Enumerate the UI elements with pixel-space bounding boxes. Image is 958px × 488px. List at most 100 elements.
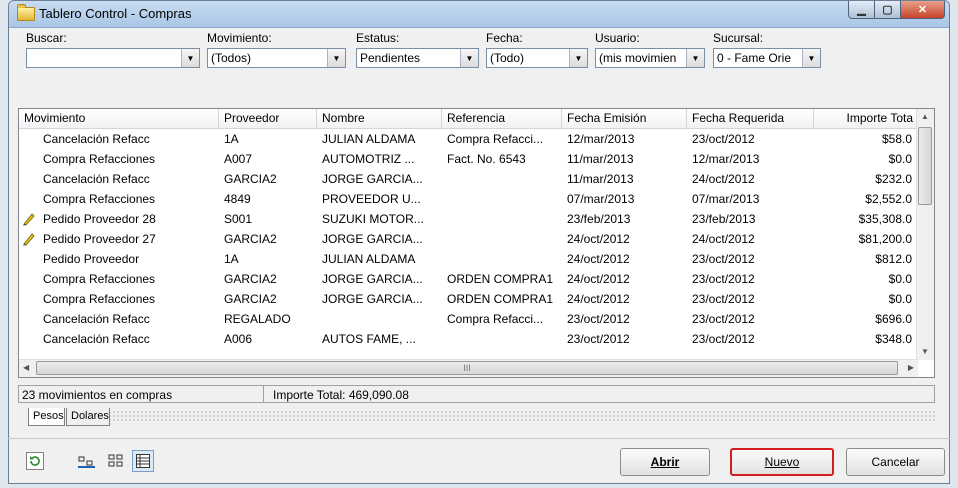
table-cell: GARCIA2: [224, 292, 277, 306]
table-cell: [442, 209, 562, 229]
table-row[interactable]: Cancelación Refacc REGALADO Compra Refacci…: [19, 309, 918, 329]
scroll-thumb[interactable]: [918, 127, 932, 205]
table-row[interactable]: Compra Refacciones 4849 PROVEEDOR U... 07/m…: [19, 189, 918, 209]
table-row[interactable]: Cancelación Refacc A006 AUTOS FAME, ... 23/…: [19, 329, 918, 349]
table-row[interactable]: Pedido Proveedor 1A JULIAN ALDAMA 24/oct/20…: [19, 249, 918, 269]
movement-select[interactable]: (Todos) ▼: [207, 48, 346, 68]
search-combo[interactable]: ▼: [26, 48, 200, 68]
list-view-icon[interactable]: [107, 452, 125, 470]
chevron-down-icon[interactable]: ▼: [802, 49, 820, 67]
table-cell: 1A: [224, 132, 239, 146]
refresh-icon[interactable]: [26, 452, 44, 470]
table-cell: 23/oct/2012: [692, 312, 755, 326]
table-cell: 23/feb/2013: [567, 212, 631, 226]
maximize-button[interactable]: ▢: [875, 1, 901, 19]
table-row[interactable]: Pedido Proveedor 27 GARCIA2 JORGE GARCIA..…: [19, 229, 918, 249]
horizontal-scrollbar[interactable]: ◀ III ▶: [19, 359, 918, 377]
status-select[interactable]: Pendientes ▼: [356, 48, 479, 68]
chevron-down-icon[interactable]: ▼: [686, 49, 704, 67]
chevron-down-icon[interactable]: ▼: [181, 49, 199, 67]
table-cell: Compra Refacciones: [43, 192, 156, 206]
open-button-label: Abrir: [650, 455, 680, 469]
column-header[interactable]: Referencia: [442, 109, 562, 128]
column-header[interactable]: Fecha Emisión: [562, 109, 687, 128]
branch-select[interactable]: 0 - Fame Orie ▼: [713, 48, 821, 68]
user-select[interactable]: (mis movimien ▼: [595, 48, 705, 68]
table-cell: Cancelación Refacc: [43, 172, 150, 186]
chevron-down-icon[interactable]: ▼: [569, 49, 587, 67]
date-select[interactable]: (Todo) ▼: [486, 48, 588, 68]
table-cell: Compra Refacciones: [43, 152, 156, 166]
table-cell: Cancelación Refacc: [43, 332, 150, 346]
chevron-down-icon[interactable]: ▼: [327, 49, 345, 67]
chevron-down-icon[interactable]: ▼: [460, 49, 478, 67]
table-cell: 1A: [224, 252, 239, 266]
open-button[interactable]: Abrir: [620, 448, 710, 476]
table-cell: [442, 189, 562, 209]
table-cell: GARCIA2: [224, 172, 277, 186]
table-cell: GARCIA2: [224, 272, 277, 286]
scroll-left-icon[interactable]: ◀: [23, 363, 29, 372]
table-cell: 12/mar/2013: [692, 152, 760, 166]
table-cell: 11/mar/2013: [567, 152, 634, 166]
cancel-button[interactable]: Cancelar: [846, 448, 945, 476]
date-value: (Todo): [490, 51, 525, 65]
table-row[interactable]: Compra Refacciones GARCIA2 JORGE GARCIA...…: [19, 269, 918, 289]
table-cell: JORGE GARCIA...: [322, 172, 423, 186]
user-label: Usuario:: [595, 31, 640, 45]
table-cell: 23/oct/2012: [567, 312, 630, 326]
table-cell: SUZUKI MOTOR...: [322, 212, 424, 226]
title-bar: Tablero Control - Compras ▁ ▢ ✕: [9, 1, 949, 28]
table-cell: Fact. No. 6543: [447, 152, 526, 166]
total-amount: Importe Total: 469,090.08: [273, 388, 409, 402]
table-cell: Compra Refacci...: [447, 132, 544, 146]
tab-pesos[interactable]: Pesos: [28, 408, 65, 426]
table-cell: 23/oct/2012: [692, 252, 755, 266]
table-cell: S001: [224, 212, 253, 226]
table-cell: $81,200.0: [858, 232, 912, 246]
table-cell: Pedido Proveedor: [43, 252, 140, 266]
scroll-up-icon[interactable]: ▲: [921, 112, 929, 121]
table-cell: $348.0: [875, 332, 912, 346]
new-button-label: Nuevo: [764, 455, 800, 469]
search-label: Buscar:: [26, 31, 67, 45]
table-cell: Pedido Proveedor 28: [43, 212, 156, 226]
scroll-right-icon[interactable]: ▶: [908, 363, 914, 372]
status-value: Pendientes: [360, 51, 421, 65]
table-cell: $812.0: [875, 252, 912, 266]
table-row[interactable]: Cancelación Refacc 1A JULIAN ALDAMA Compra …: [19, 129, 918, 149]
table-cell: JULIAN ALDAMA: [322, 252, 416, 266]
grid-view-icon[interactable]: [132, 450, 154, 472]
table-cell: JORGE GARCIA...: [322, 232, 423, 246]
table-cell: 11/mar/2013: [567, 172, 634, 186]
table-cell: AUTOS FAME, ...: [322, 332, 416, 346]
movement-label: Movimiento:: [207, 31, 272, 45]
table-cell: JORGE GARCIA...: [322, 292, 423, 306]
close-button[interactable]: ✕: [901, 1, 945, 19]
column-header[interactable]: Fecha Requerida: [687, 109, 814, 128]
table-cell: $0.0: [888, 292, 912, 306]
branch-value: 0 - Fame Orie: [717, 51, 792, 65]
detail-view-icon[interactable]: [78, 452, 96, 470]
table-row[interactable]: Cancelación Refacc GARCIA2 JORGE GARCIA...…: [19, 169, 918, 189]
column-header[interactable]: Proveedor: [219, 109, 317, 128]
table-cell: PROVEEDOR U...: [322, 192, 421, 206]
column-header[interactable]: Nombre: [317, 109, 442, 128]
purchases-grid[interactable]: Movimiento Proveedor Nombre Referencia F…: [18, 108, 935, 378]
new-button[interactable]: Nuevo: [730, 448, 834, 476]
table-row[interactable]: Compra Refacciones GARCIA2 JORGE GARCIA...…: [19, 289, 918, 309]
tab-dolares[interactable]: Dolares: [66, 408, 110, 426]
vertical-scrollbar[interactable]: ▲ ▼: [916, 109, 934, 360]
window-title: Tablero Control - Compras: [39, 6, 192, 21]
scroll-down-icon[interactable]: ▼: [921, 347, 929, 356]
table-row[interactable]: Compra Refacciones A007 AUTOMOTRIZ ... Fact…: [19, 149, 918, 169]
column-header[interactable]: Movimiento: [19, 109, 219, 128]
table-cell: AUTOMOTRIZ ...: [322, 152, 415, 166]
column-header[interactable]: Importe Tota: [814, 109, 918, 128]
scroll-thumb[interactable]: III: [36, 361, 898, 375]
table-cell: 24/oct/2012: [692, 232, 755, 246]
table-cell: $0.0: [888, 272, 912, 286]
status-label: Estatus:: [356, 31, 400, 45]
minimize-button[interactable]: ▁: [848, 1, 875, 19]
table-row[interactable]: Pedido Proveedor 28 S001 SUZUKI MOTOR... 23…: [19, 209, 918, 229]
